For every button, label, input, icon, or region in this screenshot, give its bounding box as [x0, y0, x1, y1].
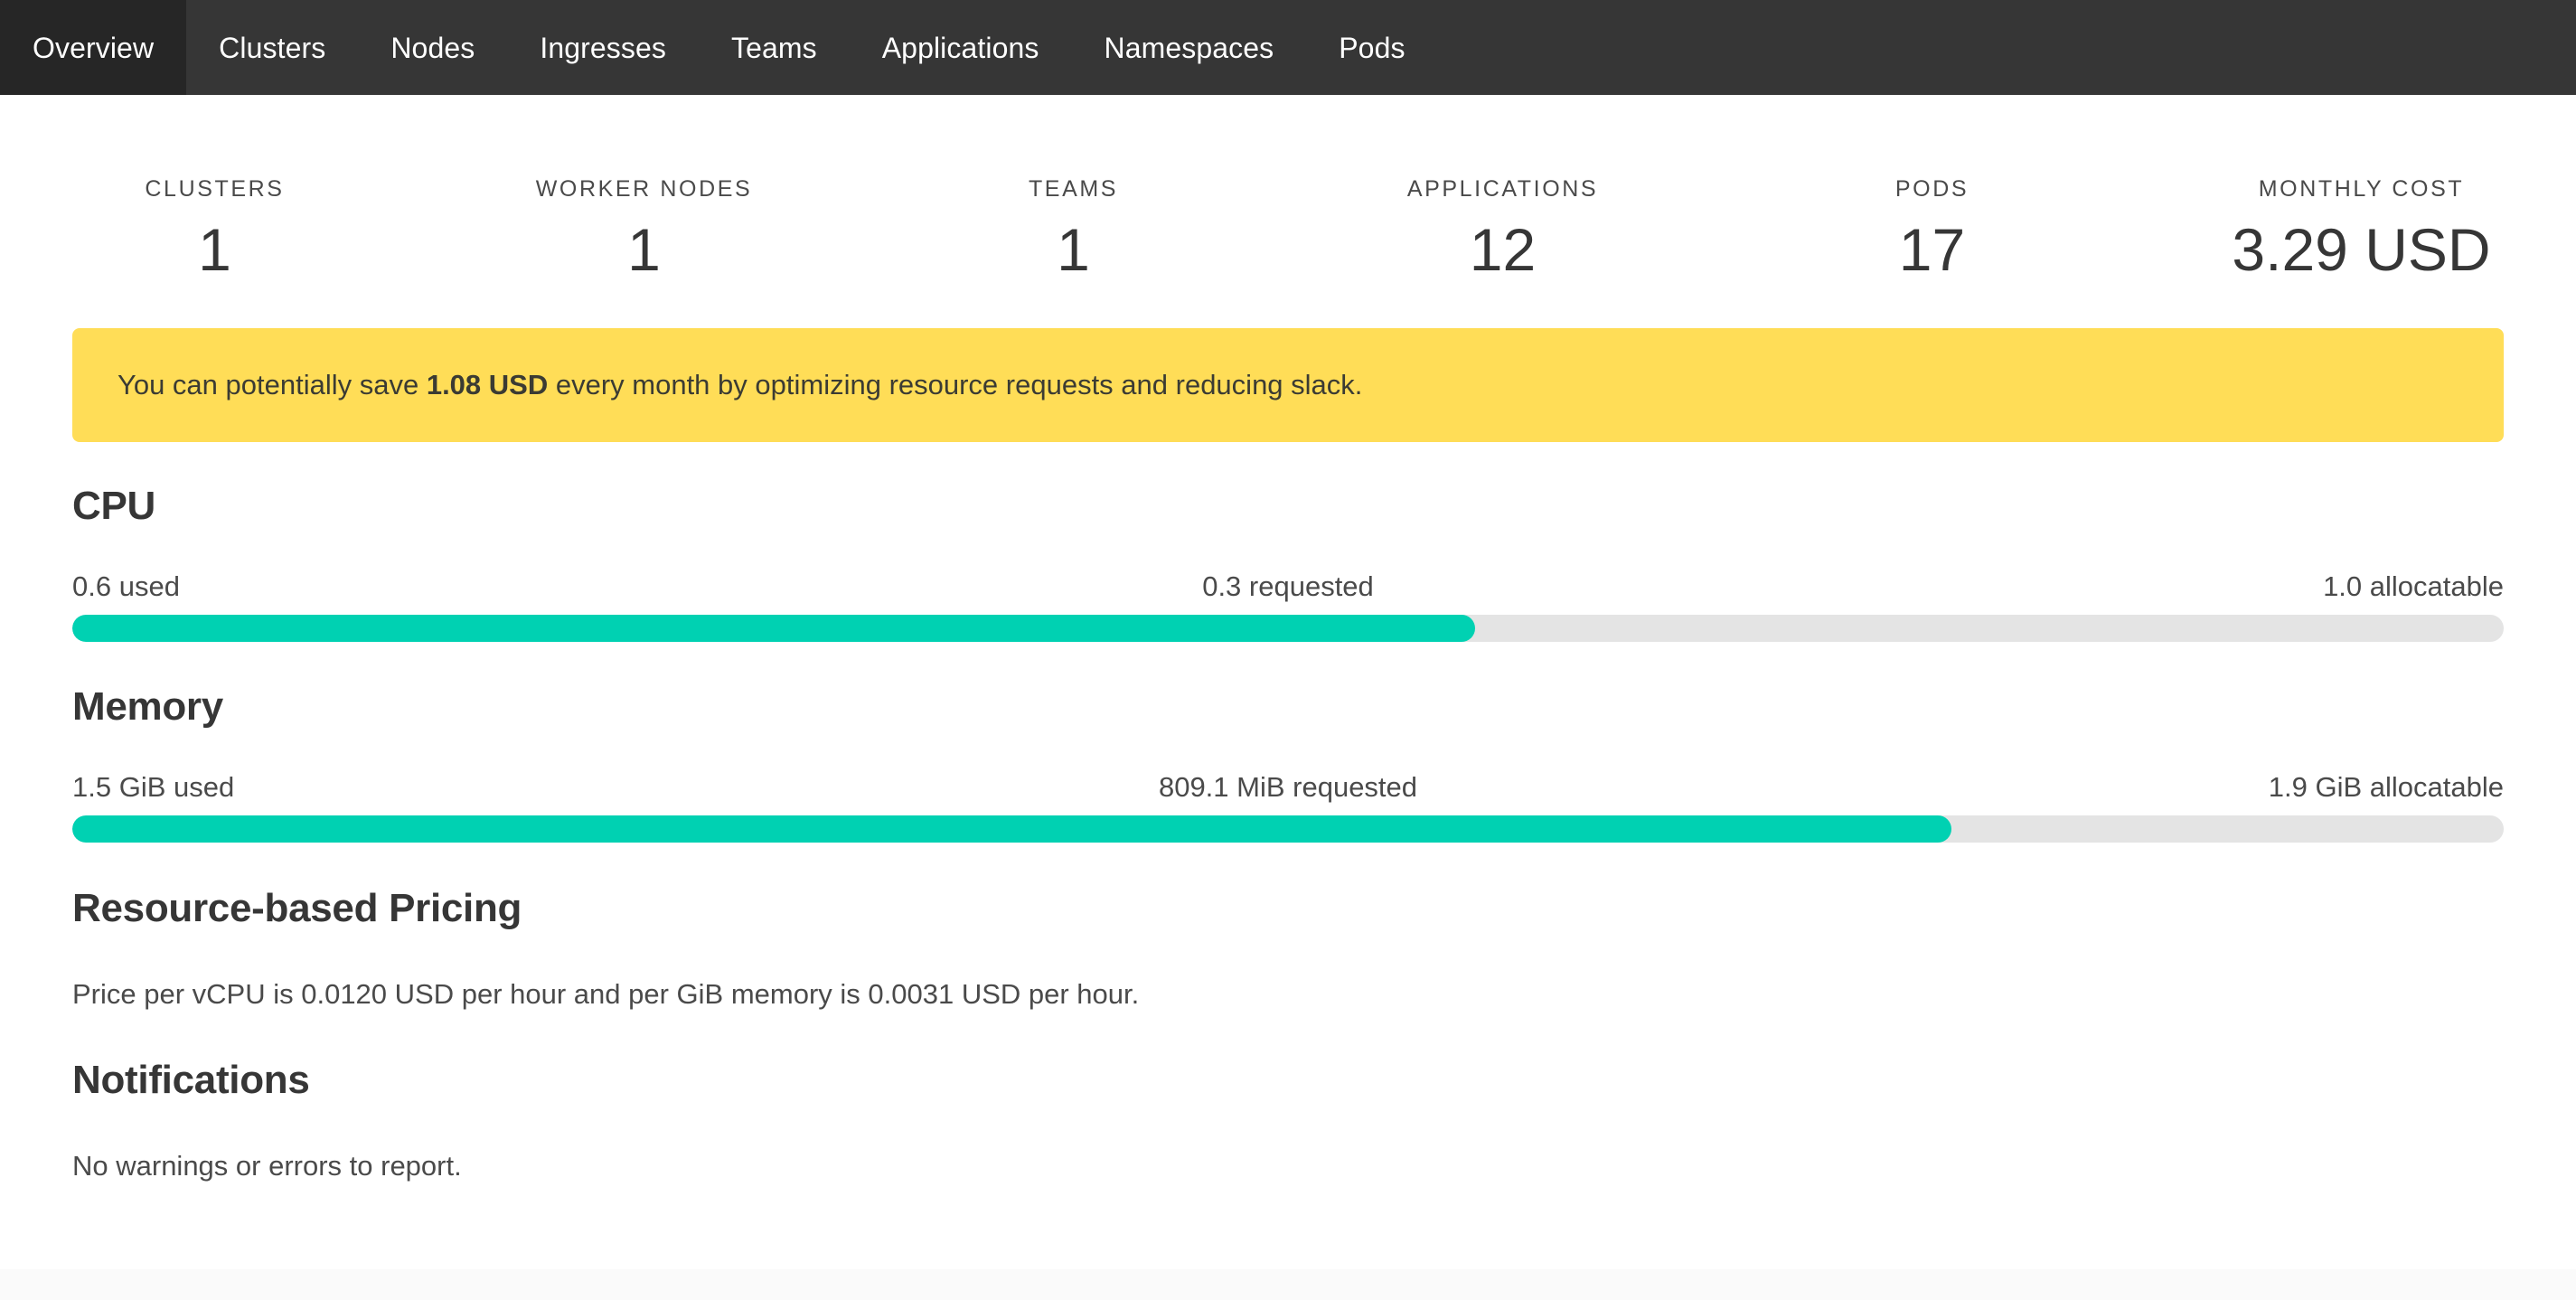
memory-allocatable-label: 1.9 GiB allocatable [2268, 771, 2504, 803]
stat-value: 1 [198, 216, 231, 283]
cpu-section-title: CPU [72, 484, 155, 528]
footer-band [0, 1269, 2576, 1300]
savings-banner: You can potentially save 1.08 USD every … [72, 328, 2504, 442]
notifications-description: No warnings or errors to report. [72, 1150, 462, 1182]
stat-monthly-cost: MONTHLY COST 3.29 USD [2147, 95, 2576, 281]
nav-tab-label: Clusters [219, 31, 326, 64]
memory-section-title: Memory [72, 684, 223, 729]
cpu-requested-label: 0.3 requested [1202, 570, 1374, 602]
summary-stats: CLUSTERS 1 WORKER NODES 1 TEAMS 1 APPLIC… [0, 95, 2576, 289]
nav-tab-ingresses[interactable]: Ingresses [507, 0, 699, 95]
banner-amount: 1.08 USD [426, 369, 549, 401]
stat-teams: TEAMS 1 [859, 95, 1288, 281]
nav-tab-label: Nodes [390, 31, 475, 64]
memory-used-label: 1.5 GiB used [72, 771, 235, 803]
stat-applications: APPLICATIONS 12 [1288, 95, 1717, 281]
stat-label: CLUSTERS [145, 176, 285, 202]
stat-label: TEAMS [1028, 176, 1119, 202]
cpu-meter [72, 615, 2504, 642]
cpu-meter-fill [72, 615, 1476, 642]
stat-label: APPLICATIONS [1406, 176, 1599, 202]
overview-page: Overview Clusters Nodes Ingresses Teams … [0, 0, 2576, 1300]
notifications-section-title: Notifications [72, 1058, 310, 1102]
nav-tab-label: Applications [881, 31, 1039, 64]
nav-tab-teams[interactable]: Teams [699, 0, 850, 95]
nav-tab-applications[interactable]: Applications [850, 0, 1072, 95]
nav-tab-clusters[interactable]: Clusters [186, 0, 358, 95]
stat-pods: PODS 17 [1717, 95, 2147, 281]
cpu-used-label: 0.6 used [72, 570, 180, 602]
banner-prefix: You can potentially save [118, 369, 427, 401]
stat-value: 1 [1057, 216, 1090, 283]
stat-value: 3.29 USD [2232, 216, 2491, 283]
main-navbar: Overview Clusters Nodes Ingresses Teams … [0, 0, 2576, 95]
cpu-allocatable-label: 1.0 allocatable [2323, 570, 2504, 602]
banner-suffix: every month by optimizing resource reque… [548, 369, 1363, 401]
stat-value: 1 [627, 216, 661, 283]
pricing-section-title: Resource-based Pricing [72, 886, 522, 930]
stat-label: MONTHLY COST [2258, 176, 2465, 202]
stat-value: 12 [1469, 216, 1537, 283]
nav-tab-overview[interactable]: Overview [0, 0, 187, 95]
nav-tab-nodes[interactable]: Nodes [358, 0, 507, 95]
nav-tab-pods[interactable]: Pods [1306, 0, 1437, 95]
memory-meter-labels: 1.5 GiB used 809.1 MiB requested 1.9 GiB… [72, 773, 2504, 809]
nav-tab-namespaces[interactable]: Namespaces [1071, 0, 1306, 95]
nav-tab-label: Namespaces [1104, 31, 1274, 64]
pricing-description: Price per vCPU is 0.0120 USD per hour an… [72, 978, 1140, 1010]
cpu-meter-labels: 0.6 used 0.3 requested 1.0 allocatable [72, 572, 2504, 608]
savings-banner-text: You can potentially save 1.08 USD every … [72, 365, 1362, 404]
memory-meter-fill [72, 815, 1952, 843]
stat-clusters: CLUSTERS 1 [0, 95, 429, 281]
nav-tab-label: Ingresses [540, 31, 666, 64]
stat-value: 17 [1898, 216, 1966, 283]
stat-label: PODS [1894, 176, 1970, 202]
stat-worker-nodes: WORKER NODES 1 [429, 95, 859, 281]
nav-tab-label: Pods [1339, 31, 1406, 64]
memory-requested-label: 809.1 MiB requested [1158, 771, 1418, 803]
memory-meter [72, 815, 2504, 843]
nav-tab-label: Teams [730, 31, 817, 64]
stat-label: WORKER NODES [535, 176, 753, 202]
nav-tab-label: Overview [33, 31, 155, 64]
